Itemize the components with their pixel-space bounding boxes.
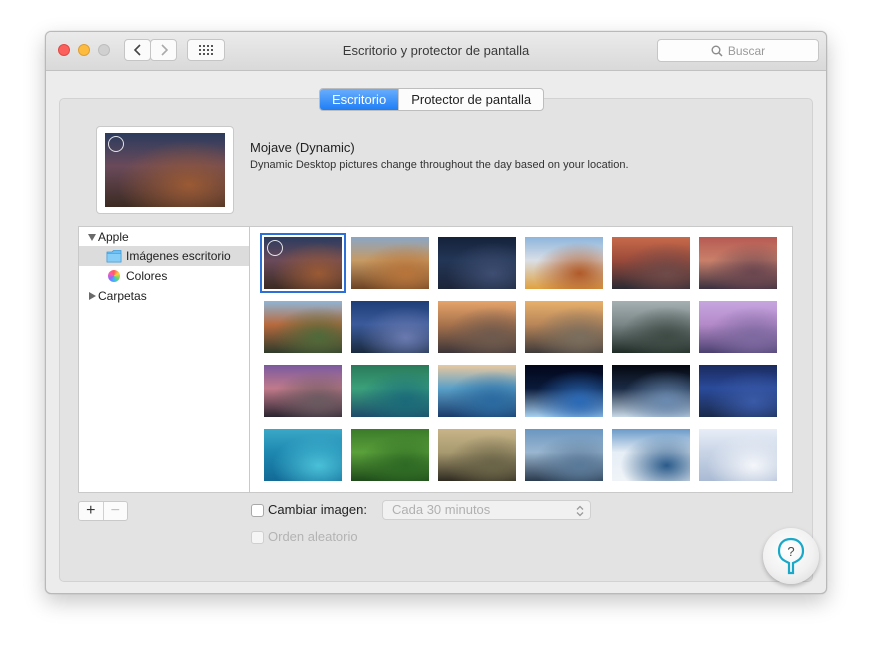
wallpaper-thumbnail-mojave-dynamic[interactable] [260,233,346,293]
color-wheel-icon [108,270,120,282]
chevron-right-icon [160,44,168,56]
wallpaper-image [264,237,342,289]
wallpaper-image [351,237,429,289]
source-item-apple[interactable]: Apple [79,227,249,247]
wallpaper-image [525,301,603,353]
wallpaper-image [525,365,603,417]
add-remove-control: + − [78,501,128,521]
wallpaper-thumbnail-frozen-lake[interactable] [612,429,690,481]
wallpaper-thumbnail-snow-dunes[interactable] [699,429,777,481]
close-button[interactable] [58,44,70,56]
preferences-window: Escritorio y protector de pantalla Busca… [45,31,827,594]
wallpaper-thumbnail-mojave-night[interactable] [438,237,516,289]
help-button[interactable]: ? [763,528,819,584]
source-item-colores[interactable]: Colores [79,266,249,286]
source-item-label: Colores [126,269,168,283]
search-icon [711,45,723,57]
dynamic-clock-icon [267,240,283,256]
wallpaper-image [264,365,342,417]
source-item-imagenes-escritorio[interactable]: Imágenes escritorio [79,246,249,266]
wallpaper-thumbnail-sierra-2[interactable] [699,237,777,289]
interval-select[interactable]: Cada 30 minutos [382,500,591,520]
title-bar: Escritorio y protector de pantalla Busca… [46,32,826,71]
add-folder-button[interactable]: + [79,502,103,520]
wallpaper-image [612,301,690,353]
current-wallpaper-preview [96,126,234,214]
remove-folder-button[interactable]: − [102,502,128,520]
wallpaper-thumbnail-sierra[interactable] [612,237,690,289]
wallpaper-thumbnail-blue-water[interactable] [264,429,342,481]
wallpaper-thumbnail-wave-green[interactable] [351,365,429,417]
wallpaper-image [699,301,777,353]
wallpaper-image [351,365,429,417]
random-order-label: Orden aleatorio [268,529,358,544]
source-item-label: Apple [98,230,129,244]
wallpaper-image [264,429,342,481]
wallpaper-image [438,429,516,481]
wallpaper-thumbnail-foggy-forest[interactable] [438,429,516,481]
search-field[interactable]: Buscar [657,39,819,62]
wallpaper-thumbnail-earth-orbit[interactable] [612,365,690,417]
chevron-left-icon [133,44,141,56]
wallpaper-thumbnail-yosemite-5[interactable] [264,365,342,417]
help-icon: ? [777,537,805,575]
wallpaper-image [612,237,690,289]
current-wallpaper-thumbnail [105,133,225,207]
wallpaper-image [525,237,603,289]
svg-text:?: ? [787,544,794,559]
minimize-button[interactable] [78,44,90,56]
wallpaper-image [699,365,777,417]
wallpaper-thumbnail-mountain-mist[interactable] [525,429,603,481]
forward-button[interactable] [150,39,177,61]
wallpaper-image [612,429,690,481]
wallpaper-image [438,301,516,353]
grid-icon [199,45,213,55]
tab-escritorio[interactable]: Escritorio [320,89,399,110]
wallpaper-image [525,429,603,481]
change-picture-label: Cambiar imagen: [268,502,367,517]
disclosure-expanded-icon[interactable] [88,234,96,241]
tab-bar: Escritorio Protector de pantalla [319,88,545,111]
show-all-button[interactable] [187,39,225,61]
wallpaper-description: Dynamic Desktop pictures change througho… [250,159,629,171]
back-button[interactable] [124,39,151,61]
wallpaper-thumbnail-milky-way[interactable] [699,365,777,417]
interval-value: Cada 30 minutos [392,502,491,517]
wallpaper-image [351,429,429,481]
disclosure-collapsed-icon[interactable] [89,292,96,300]
change-picture-checkbox[interactable] [251,504,264,517]
wallpaper-image [612,365,690,417]
tab-protector-de-pantalla[interactable]: Protector de pantalla [398,89,543,110]
window-title: Escritorio y protector de pantalla [342,43,530,58]
source-item-label: Carpetas [98,289,147,303]
wallpaper-thumbnail-yosemite-4[interactable] [699,301,777,353]
wallpaper-thumbnail-mojave-day[interactable] [351,237,429,289]
updown-arrows-icon [576,504,584,522]
wallpaper-thumbnail-high-sierra[interactable] [525,237,603,289]
search-placeholder: Buscar [727,43,766,58]
wallpaper-thumbnail-yosemite-3[interactable] [612,301,690,353]
wallpaper-thumbnail-rice-fields[interactable] [351,429,429,481]
random-order-checkbox[interactable] [251,531,264,544]
wallpaper-name: Mojave (Dynamic) [250,140,355,155]
wallpaper-thumbnail-el-capitan-2[interactable] [351,301,429,353]
wallpaper-thumbnail-earth-horizon[interactable] [525,365,603,417]
wallpaper-image [438,237,516,289]
source-item-label: Imágenes escritorio [126,249,231,263]
zoom-button[interactable] [98,44,110,56]
wallpaper-thumbnail-yosemite-2[interactable] [525,301,603,353]
wallpaper-image [351,301,429,353]
wallpaper-thumbnail-el-capitan[interactable] [264,301,342,353]
wallpaper-image [699,429,777,481]
source-item-carpetas[interactable]: Carpetas [79,286,249,306]
source-list: Apple Imágenes escritorio Colores Carpet… [78,226,250,493]
wallpaper-grid [249,226,793,493]
wallpaper-image [264,301,342,353]
dynamic-clock-icon [108,136,124,152]
wallpaper-thumbnail-yosemite[interactable] [438,301,516,353]
wallpaper-image [699,237,777,289]
wallpaper-thumbnail-wave-blue[interactable] [438,365,516,417]
wallpaper-image [438,365,516,417]
